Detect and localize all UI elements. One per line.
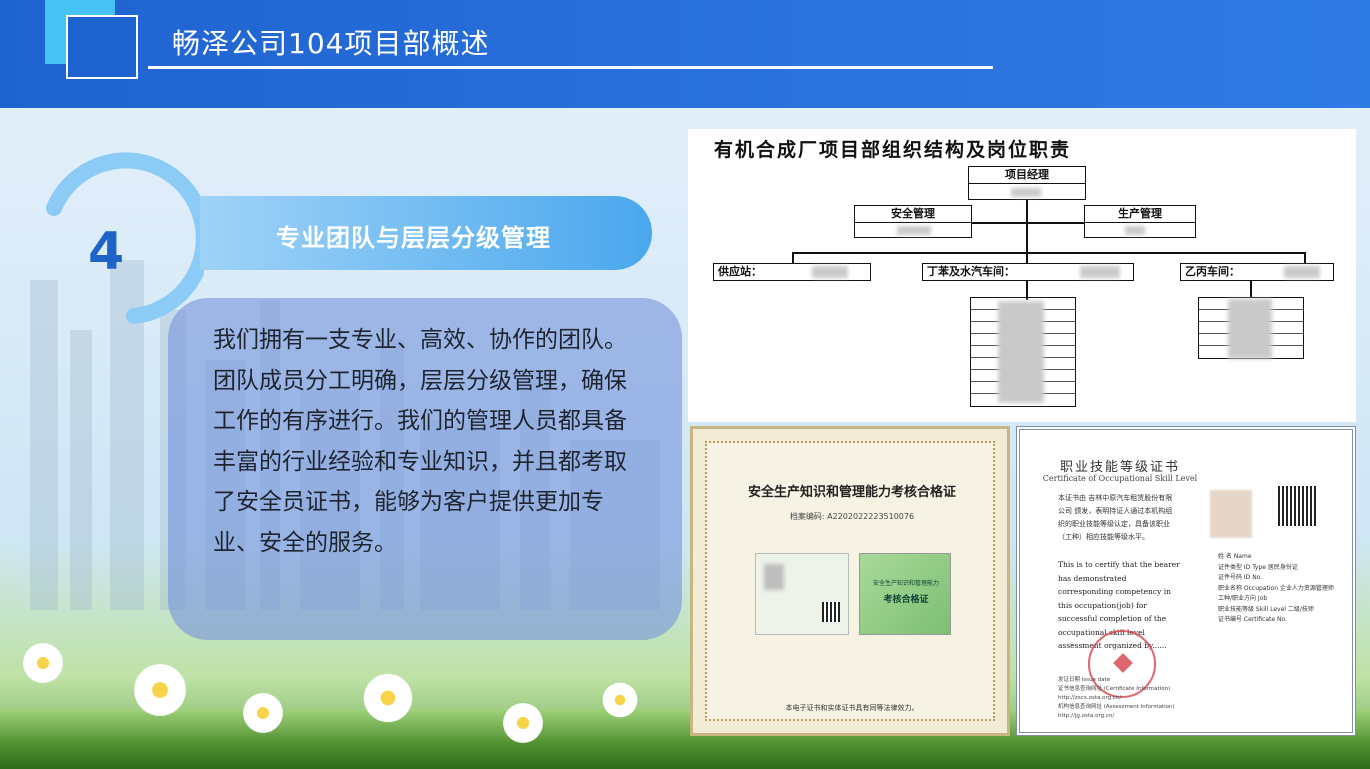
org-box-label: 丁苯及水汽车间： <box>927 265 1015 278</box>
qr-code-icon <box>1278 486 1318 526</box>
certificate-field: 工种/职业方向 Job <box>1218 595 1268 602</box>
certificate-title: 职业技能等级证书 <box>1059 460 1180 475</box>
flower-decoration <box>500 700 546 746</box>
org-box-label: 项目经理 <box>969 167 1085 184</box>
safety-certificate-image: 安全生产知识和管理能力考核合格证 档案编码: A2202022223510076… <box>690 426 1010 736</box>
card-line-1: 安全生产知识和管理能力 <box>872 580 939 587</box>
flower-decoration <box>20 640 66 686</box>
header-logo-square <box>66 15 138 79</box>
certificate-title: 安全生产知识和管理能力考核合格证 <box>747 485 956 500</box>
id-photo <box>764 564 784 590</box>
redacted-name <box>897 226 931 235</box>
redacted-name <box>1284 266 1320 278</box>
certificate-card-back: 安全生产知识和管理能力 考核合格证 <box>859 553 951 635</box>
section-number: 4 <box>88 222 125 282</box>
certificate-fields: 姓 名 Name 证件类型 ID Type 居民身份证 证件号码 ID No. … <box>1218 552 1338 626</box>
org-chart-title: 有机合成厂项目部组织结构及岗位职责 <box>714 139 1072 161</box>
certificate-number: 档案编码: A2202022223510076 <box>789 512 915 521</box>
section-heading: 专业团队与层层分级管理 <box>276 224 551 252</box>
page-title: 畅泽公司104项目部概述 <box>172 27 490 60</box>
certificate-field: 证书编号 Certificate No. <box>1218 616 1287 623</box>
org-box-label: 供应站： <box>718 265 762 278</box>
certificate-paragraph: 本证书由 吉林中原汽车租赁股份有限公司 颁发，表明持证人通过本机构组织的职业技能… <box>1058 494 1173 541</box>
org-box-label: 乙丙车间： <box>1185 265 1240 278</box>
certificate-card-front <box>755 553 849 635</box>
card-line-2: 考核合格证 <box>883 595 929 605</box>
redacted-name <box>1080 266 1120 278</box>
certificate-field: 证件号码 ID No. <box>1218 574 1263 581</box>
org-box-label: 生产管理 <box>1085 206 1195 223</box>
certificate-field: 职业技能等级 Skill Level 二级/技师 <box>1218 605 1314 613</box>
flower-decoration <box>130 660 190 720</box>
flower-decoration <box>360 670 416 726</box>
org-chart-image: 有机合成厂项目部组织结构及岗位职责 项目经理 安全管理 生产管理 供应站： 丁苯… <box>688 129 1356 422</box>
footer-line: 证书信息查询网址 (Certificate Information) http:… <box>1058 686 1171 701</box>
org-box-safety: 安全管理 <box>854 205 972 238</box>
org-connector <box>1250 281 1252 297</box>
qr-code-icon <box>822 602 840 622</box>
redacted-name <box>1125 226 1145 235</box>
id-photo <box>1210 490 1252 538</box>
section-body-text: 我们拥有一支专业、高效、协作的团队。团队成员分工明确，层层分级管理，确保工作的有… <box>213 327 627 556</box>
org-connector <box>792 252 1306 254</box>
certificate-footer: 本电子证书和实体证书具有同等法律效力。 <box>785 704 919 712</box>
redacted-name <box>812 266 848 278</box>
redacted-name <box>1011 188 1041 197</box>
certificate-field: 证件类型 ID Type 居民身份证 <box>1218 563 1298 571</box>
skill-certificate-image: 职业技能等级证书 Certificate of Occupational Ski… <box>1016 426 1356 736</box>
certificate-subtitle: Certificate of Occupational Skill Level <box>1042 474 1198 483</box>
flower-decoration <box>240 690 286 736</box>
redacted-staff <box>1228 299 1272 359</box>
header-bar: 畅泽公司104项目部概述 <box>0 0 1370 108</box>
org-box-production: 生产管理 <box>1084 205 1196 238</box>
certificate-field: 职业名称 Occupation 企业人力资源管理师 <box>1218 584 1334 592</box>
certificate-field: 姓 名 Name <box>1218 553 1252 560</box>
certificate-footer: 发证日期 Issue date 证书信息查询网址 (Certificate In… <box>1058 676 1198 721</box>
org-box-manager: 项目经理 <box>968 166 1086 200</box>
footer-line: 机构信息查询网址 (Assessment Information) http:/… <box>1058 704 1175 719</box>
flower-decoration <box>600 680 640 720</box>
redacted-staff <box>998 301 1044 403</box>
footer-line: 发证日期 Issue date <box>1058 677 1111 683</box>
org-connector <box>1026 281 1028 297</box>
org-box-label: 安全管理 <box>855 206 971 223</box>
header-underline <box>148 66 993 69</box>
certificate-frame: 安全生产知识和管理能力考核合格证 档案编码: A2202022223510076… <box>705 441 995 721</box>
